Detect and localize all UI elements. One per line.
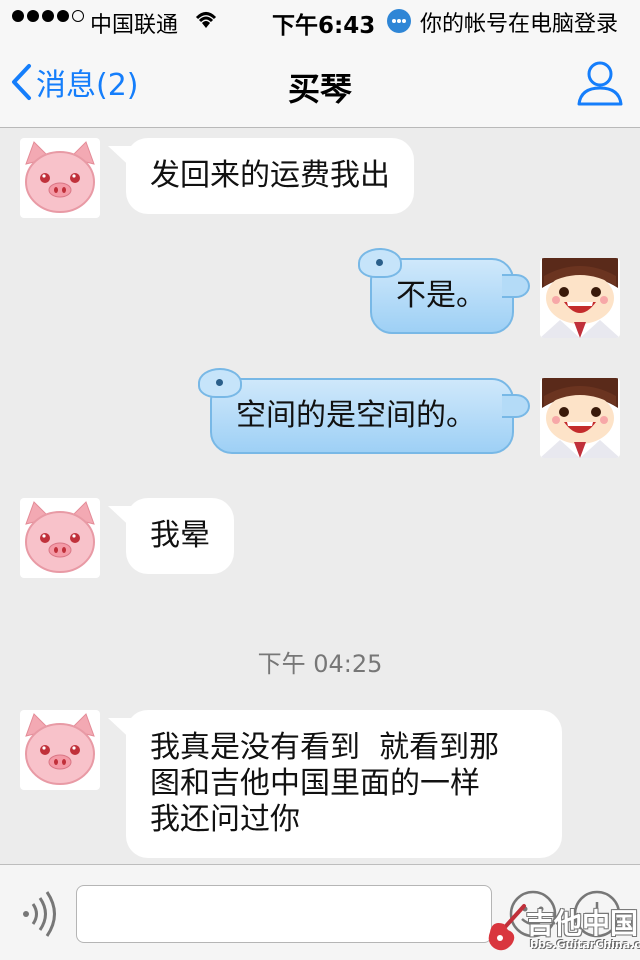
message-text-line: 图和吉他中国里面的一样 bbox=[150, 766, 480, 801]
watermark-url: bbs.GuitarChina.com bbox=[530, 938, 640, 951]
message-text: 发回来的运费我出 bbox=[150, 158, 390, 193]
message-bubble[interactable]: 不是。 bbox=[358, 248, 530, 334]
status-bar: 中国联通 下午6:43 你的帐号在电脑登录 bbox=[0, 0, 640, 40]
message-bubble[interactable]: 我真是没有看到 就看到那 图和吉他中国里面的一样 我还问过你 bbox=[126, 710, 562, 858]
chat-area[interactable]: 发回来的运费我出 不是。 空间的是空间的。 我晕 下午 04:25 我真是没有看… bbox=[0, 128, 640, 864]
contact-avatar[interactable] bbox=[20, 710, 100, 790]
pig-avatar-icon bbox=[20, 498, 100, 578]
message-timestamp: 下午 04:25 bbox=[257, 650, 383, 678]
profile-button[interactable] bbox=[576, 58, 624, 110]
guitar-logo-icon bbox=[488, 904, 526, 951]
signal-strength-icon bbox=[12, 10, 84, 22]
cartoon-boy-avatar-icon bbox=[540, 378, 620, 458]
wifi-icon bbox=[193, 8, 219, 36]
qq-icon bbox=[386, 8, 412, 40]
message-text: 不是。 bbox=[396, 278, 486, 313]
status-time: 下午6:43 bbox=[272, 13, 376, 39]
pig-avatar-icon bbox=[20, 138, 100, 218]
carrier-name: 中国联通 bbox=[90, 13, 179, 38]
login-notice[interactable]: 你的帐号在电脑登录 bbox=[420, 6, 618, 38]
message-text: 空间的是空间的。 bbox=[236, 398, 476, 433]
message-text-line: 我真是没有看到 就看到那 bbox=[150, 730, 500, 765]
navigation-bar: 消息(2) 买琴 bbox=[0, 40, 640, 128]
message-bubble[interactable]: 空间的是空间的。 bbox=[198, 368, 530, 454]
message-input[interactable] bbox=[76, 885, 492, 943]
voice-button[interactable] bbox=[18, 891, 58, 941]
voice-icon bbox=[23, 891, 56, 937]
profile-icon bbox=[577, 61, 623, 106]
message-text: 我晕 bbox=[150, 518, 210, 553]
my-avatar[interactable] bbox=[540, 378, 620, 458]
pig-avatar-icon bbox=[20, 710, 100, 790]
whale-bubble-decoration bbox=[198, 368, 242, 398]
message-bubble[interactable]: 我晕 bbox=[126, 498, 234, 574]
contact-avatar[interactable] bbox=[20, 498, 100, 578]
watermark: 吉他中国 bbs.GuitarChina.com bbox=[484, 900, 640, 956]
my-avatar[interactable] bbox=[540, 258, 620, 338]
message-bubble[interactable]: 发回来的运费我出 bbox=[126, 138, 414, 214]
contact-avatar[interactable] bbox=[20, 138, 100, 218]
watermark-title: 吉他中国 bbox=[526, 907, 639, 940]
chat-title: 买琴 bbox=[287, 70, 352, 108]
cartoon-boy-avatar-icon bbox=[540, 258, 620, 338]
message-text-line: 我还问过你 bbox=[150, 802, 300, 837]
whale-bubble-decoration bbox=[358, 248, 402, 278]
